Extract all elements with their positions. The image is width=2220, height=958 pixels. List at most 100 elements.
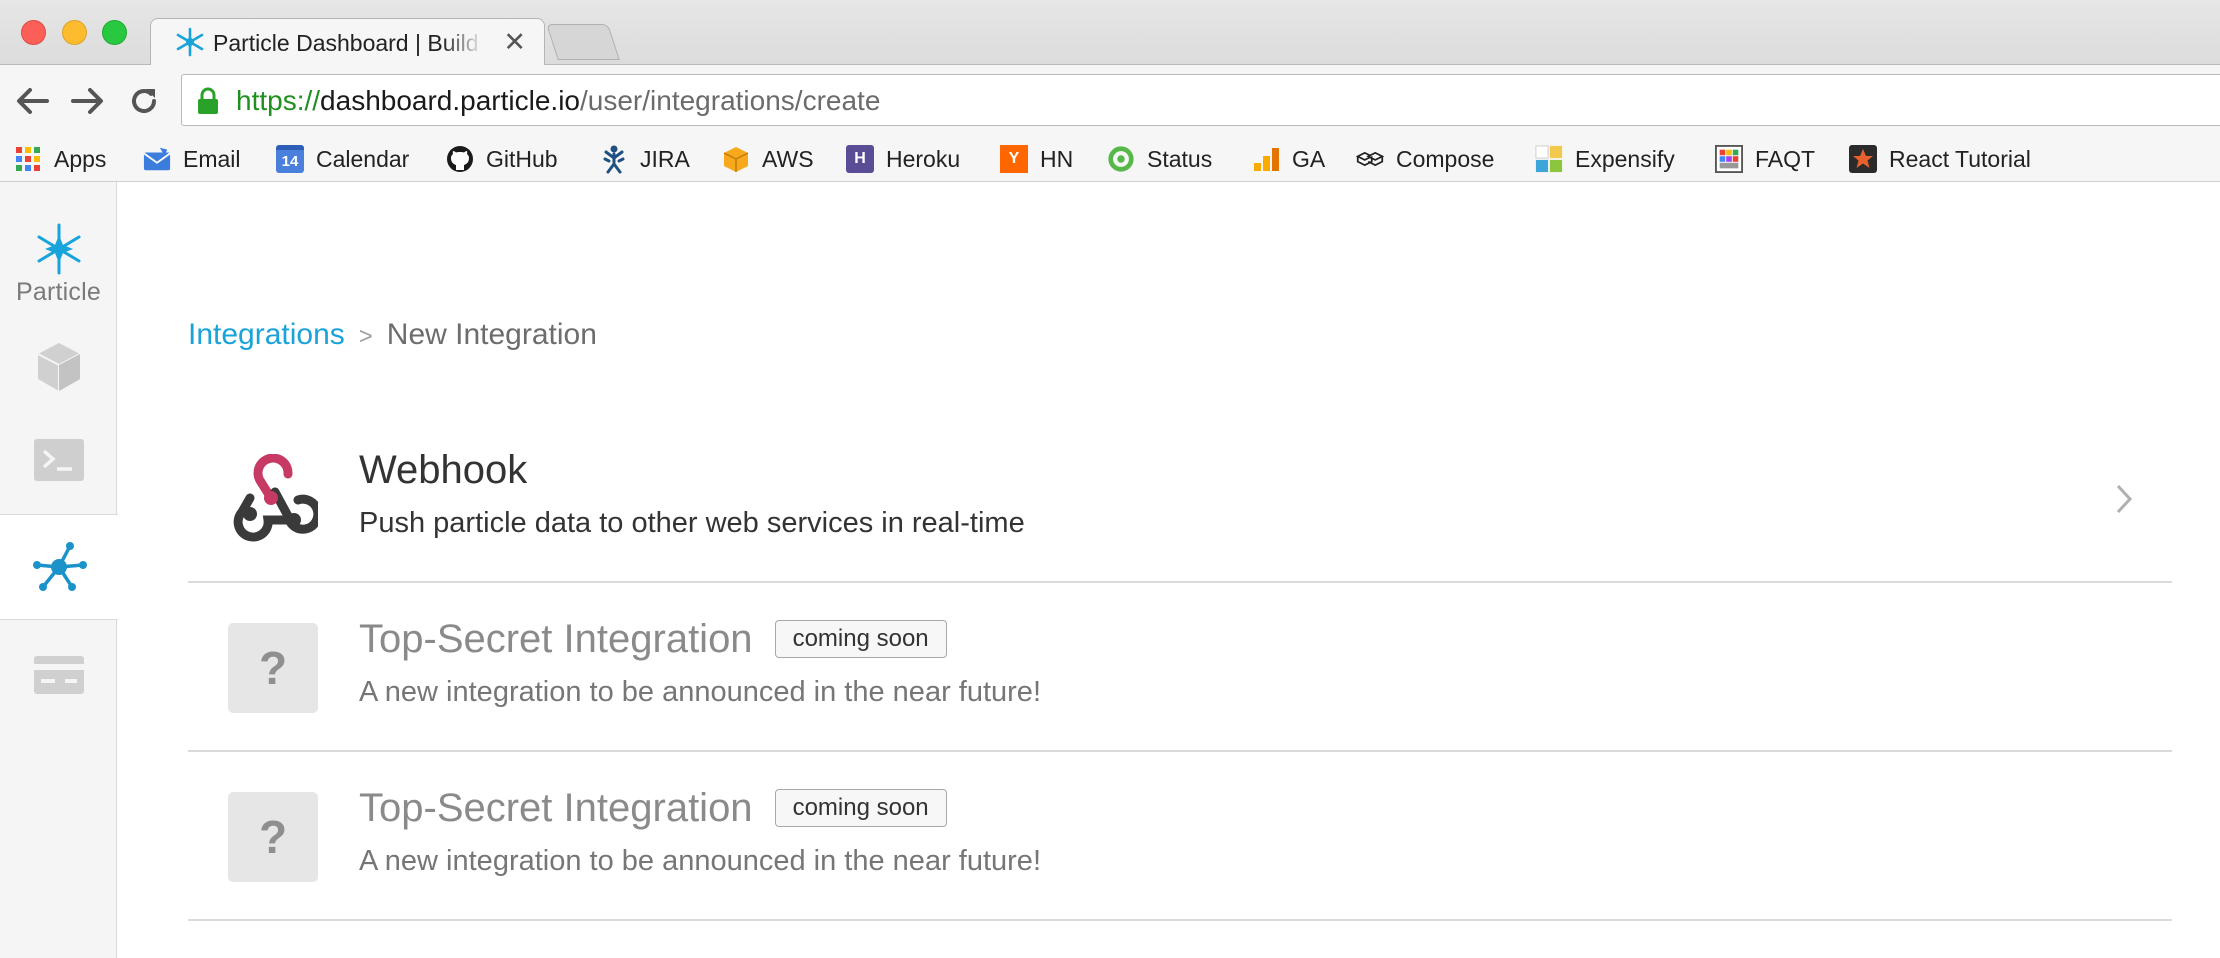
- breadcrumb-separator: >: [358, 323, 373, 350]
- bookmark-label: JIRA: [640, 145, 690, 172]
- bookmark-apps[interactable]: Apps: [14, 142, 106, 176]
- url-scheme: https://: [236, 85, 321, 116]
- minimize-window-button[interactable]: [62, 20, 87, 45]
- integration-title-text: Webhook: [359, 448, 528, 492]
- integration-description: A new integration to be announced in the…: [359, 676, 1041, 708]
- integration-row-webhook[interactable]: Webhook Push particle data to other web …: [188, 414, 2172, 583]
- browser-toolbar: https://dashboard.particle.io/user/integ…: [0, 65, 2220, 137]
- particle-favicon-icon: [176, 27, 204, 57]
- breadcrumb: Integrations > New Integration: [188, 315, 597, 357]
- app-sidebar: Particle: [0, 182, 118, 958]
- bookmark-label: Apps: [54, 145, 107, 172]
- integration-title: Top-Secret Integration coming soon: [359, 782, 947, 834]
- bookmark-label: GA: [1292, 145, 1326, 172]
- back-button[interactable]: [14, 83, 50, 119]
- github-icon: [446, 145, 474, 173]
- status-icon: [1107, 145, 1135, 173]
- address-bar[interactable]: https://dashboard.particle.io/user/integ…: [181, 74, 2220, 126]
- chevron-right-icon[interactable]: [2114, 482, 2134, 516]
- react-tutorial-icon: [1849, 145, 1877, 173]
- bookmark-label: Expensify: [1575, 145, 1675, 172]
- url-host: dashboard.particle.io: [320, 85, 580, 116]
- breadcrumb-integrations-link[interactable]: Integrations: [188, 318, 345, 351]
- new-tab-button[interactable]: [546, 24, 620, 60]
- arrow-left-icon: [17, 88, 49, 114]
- browser-tab-active[interactable]: Particle Dashboard | Build y ✕: [150, 18, 545, 66]
- sidebar-item-billing[interactable]: [0, 630, 117, 720]
- bookmark-hn[interactable]: Y HN: [1000, 142, 1073, 176]
- bookmark-label: Heroku: [886, 145, 961, 172]
- question-mark-icon: ?: [228, 792, 318, 882]
- url-text: https://dashboard.particle.io/user/integ…: [236, 84, 880, 118]
- webhook-icon: [233, 454, 318, 542]
- network-icon: [33, 542, 87, 591]
- tab-title: Particle Dashboard | Build y: [213, 30, 483, 56]
- browser-tab-strip: Particle Dashboard | Build y ✕: [0, 0, 2220, 66]
- bookmark-calendar[interactable]: 14 Calendar: [276, 142, 409, 176]
- cube-icon: [37, 343, 80, 391]
- bookmarks-bar: Apps Email 14 Calendar GitHub JIRA AWS HH…: [0, 137, 2220, 182]
- google-analytics-icon: [1252, 145, 1280, 173]
- url-path: /user/integrations/create: [580, 85, 881, 116]
- bookmark-react-tutorial[interactable]: React Tutorial: [1849, 142, 2031, 176]
- jira-icon: [600, 145, 628, 174]
- breadcrumb-current: New Integration: [386, 318, 597, 351]
- integration-row-top-secret: ? Top-Secret Integration coming soon A n…: [188, 583, 2172, 752]
- integration-row-top-secret: ? Top-Secret Integration coming soon A n…: [188, 752, 2172, 921]
- logo-text: Particle: [16, 278, 101, 306]
- bookmark-label: GitHub: [486, 145, 558, 172]
- main-content: Integrations > New Integration Webhook Pus…: [118, 182, 2220, 958]
- bookmark-label: Email: [183, 145, 241, 172]
- expensify-icon: [1535, 145, 1563, 173]
- forward-button[interactable]: [70, 83, 106, 119]
- bookmark-compose[interactable]: Compose: [1356, 142, 1494, 176]
- bookmark-aws[interactable]: AWS: [722, 142, 814, 176]
- integration-description: Push particle data to other web services…: [359, 507, 1025, 539]
- bookmark-ga[interactable]: GA: [1252, 142, 1325, 176]
- bookmark-expensify[interactable]: Expensify: [1535, 142, 1675, 176]
- maximize-window-button[interactable]: [102, 20, 127, 45]
- email-icon: [143, 145, 171, 173]
- integration-title-text: Top-Secret Integration: [359, 617, 753, 661]
- bookmark-label: Compose: [1396, 145, 1495, 172]
- arrow-right-icon: [71, 88, 103, 114]
- bookmark-status[interactable]: Status: [1107, 142, 1212, 176]
- reload-icon: [132, 89, 157, 114]
- credit-card-icon: [33, 656, 84, 694]
- bookmark-label: Status: [1147, 145, 1213, 172]
- lock-icon: [198, 87, 218, 114]
- bookmark-label: React Tutorial: [1889, 145, 2031, 172]
- bookmark-label: HN: [1040, 145, 1074, 172]
- terminal-icon: [33, 439, 84, 481]
- bookmark-heroku[interactable]: H Heroku: [846, 142, 960, 176]
- heroku-icon: H: [846, 145, 874, 173]
- tab-close-icon[interactable]: ✕: [503, 27, 526, 57]
- aws-icon: [722, 145, 750, 173]
- integration-title: Top-Secret Integration coming soon: [359, 613, 947, 665]
- reload-button[interactable]: [126, 83, 162, 119]
- bookmark-github[interactable]: GitHub: [446, 142, 558, 176]
- compose-icon: [1356, 145, 1384, 173]
- sidebar-item-devices[interactable]: [0, 322, 117, 412]
- integration-title-text: Top-Secret Integration: [359, 786, 753, 830]
- question-mark-icon: ?: [228, 623, 318, 713]
- bookmark-label: AWS: [762, 145, 814, 172]
- particle-logo-icon: [37, 223, 80, 275]
- faqt-icon: [1715, 145, 1743, 173]
- coming-soon-badge: coming soon: [774, 789, 947, 827]
- bookmark-faqt[interactable]: FAQT: [1715, 142, 1815, 176]
- close-window-button[interactable]: [21, 20, 46, 45]
- particle-logo[interactable]: Particle: [0, 222, 117, 306]
- integration-description: A new integration to be announced in the…: [359, 845, 1041, 877]
- bookmark-label: Calendar: [316, 145, 410, 172]
- bookmark-jira[interactable]: JIRA: [600, 142, 690, 176]
- calendar-icon: 14: [276, 145, 304, 173]
- integration-title: Webhook: [359, 444, 527, 496]
- bookmark-label: FAQT: [1755, 145, 1816, 172]
- sidebar-item-integrations[interactable]: [0, 514, 118, 620]
- sidebar-item-console[interactable]: [0, 415, 117, 505]
- integrations-list: Webhook Push particle data to other web …: [188, 414, 2172, 921]
- hacker-news-icon: Y: [1000, 145, 1028, 173]
- bookmark-email[interactable]: Email: [143, 142, 241, 176]
- apps-grid-icon: [14, 145, 42, 173]
